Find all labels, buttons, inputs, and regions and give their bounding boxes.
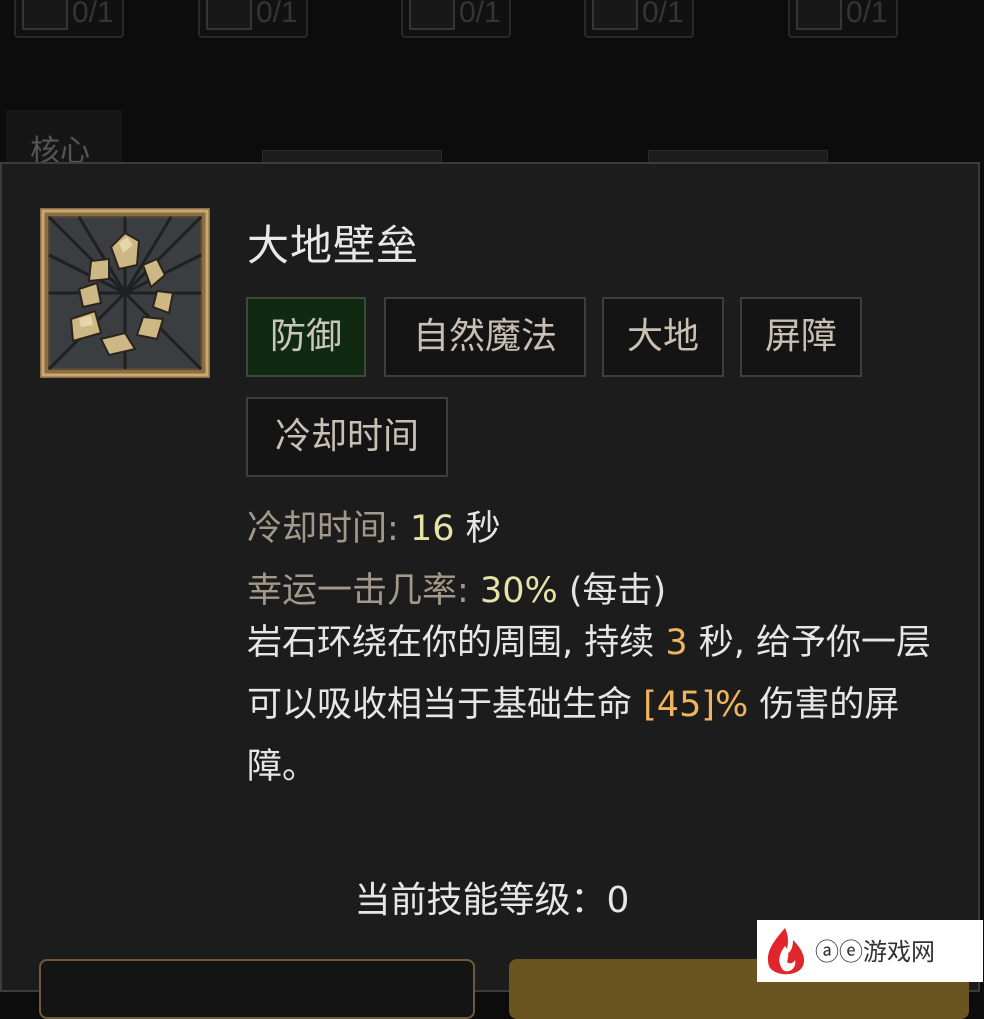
barrier-percent-value: [45]% (643, 685, 749, 725)
duration-value: 3 (665, 623, 688, 663)
skill-thumb-icon (22, 0, 68, 30)
watermark-text: ⓐⓔ游戏网 (815, 938, 935, 966)
current-skill-level: 当前技能等级：0 (354, 880, 630, 921)
skill-point-count: 0/1 (72, 0, 114, 29)
skill-title: 大地壁垒 (247, 221, 420, 270)
secondary-button[interactable] (39, 959, 475, 1019)
flame-logo-icon (767, 928, 805, 975)
core-tab[interactable]: 核心 (6, 110, 122, 169)
skill-description: 岩石环绕在你的周围, 持续 3 秒, 给予你一层可以吸收相当于基础生命 [45]… (247, 612, 957, 798)
tag-earth: 大地 (602, 297, 724, 377)
skill-thumb-icon (592, 0, 638, 30)
skill-tooltip: 大地壁垒 防御 自然魔法 大地 屏障 冷却时间 冷却时间: 16 秒 幸运一击几… (0, 162, 980, 1019)
site-watermark: ⓐⓔ游戏网 (757, 920, 983, 982)
cooldown-stat: 冷却时间: 16 秒 (247, 500, 501, 551)
skill-slot[interactable]: 0/1 (788, 0, 898, 38)
tag-defense: 防御 (246, 297, 366, 377)
description-text: 岩石环绕在你的周围, 持续 (247, 623, 666, 663)
skill-thumb-icon (206, 0, 252, 30)
tag-cooldown: 冷却时间 (246, 397, 448, 477)
skill-point-count: 0/1 (256, 0, 298, 29)
cooldown-unit: 秒 (465, 509, 501, 549)
lucky-hit-stat: 幸运一击几率: 30% (每击) (247, 562, 666, 613)
earth-rocks-icon (40, 208, 210, 378)
skill-slot[interactable]: 0/1 (401, 0, 511, 38)
skill-point-count: 0/1 (846, 0, 888, 29)
skill-thumb-icon (409, 0, 455, 30)
lucky-hit-extra: (每击) (568, 571, 667, 611)
skill-slot[interactable]: 0/1 (584, 0, 694, 38)
cooldown-value: 16 (409, 509, 455, 549)
tag-nature-magic: 自然魔法 (384, 297, 586, 377)
cooldown-label: 冷却时间: (247, 509, 399, 549)
skill-slot[interactable]: 0/1 (198, 0, 308, 38)
tag-barrier: 屏障 (740, 297, 862, 377)
lucky-hit-value: 30% (479, 571, 558, 611)
skill-point-count: 0/1 (642, 0, 684, 29)
skill-slot[interactable]: 0/1 (14, 0, 124, 38)
skill-thumb-icon (796, 0, 842, 30)
lucky-hit-label: 幸运一击几率: (247, 571, 469, 611)
skill-point-count: 0/1 (459, 0, 501, 29)
